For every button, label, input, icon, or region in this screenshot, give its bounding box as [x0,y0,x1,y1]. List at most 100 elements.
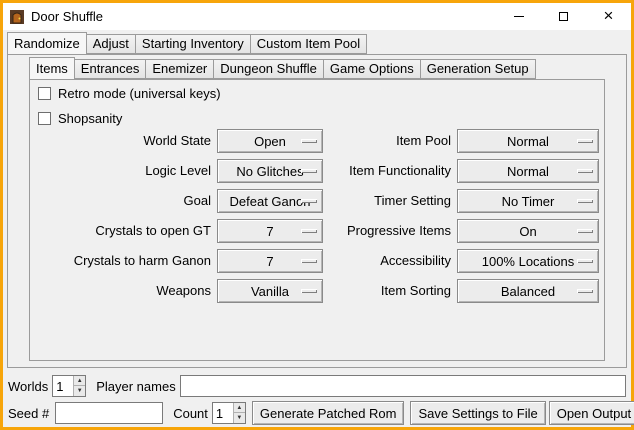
dropdown-indicator-icon [301,169,317,173]
checkbox-box-icon[interactable] [38,87,51,100]
seed-input[interactable] [55,402,163,424]
tab-starting-inventory[interactable]: Starting Inventory [135,34,251,54]
dropdown-timer-setting[interactable]: No Timer [457,189,599,213]
minimize-icon [514,16,524,17]
spinner-buttons: ▲ ▼ [73,376,85,396]
sub-tab-bar: Items Entrances Enemizer Dungeon Shuffle… [29,58,536,79]
dropdown-progressive-items[interactable]: On [457,219,599,243]
dropdown-indicator-icon [577,229,593,233]
footer-row-1: Worlds ▲ ▼ Player names [8,374,626,398]
dropdown-indicator-icon [301,199,317,203]
label-logic-level: Logic Level [33,159,211,183]
footer-row-2: Seed # Count ▲ ▼ Generate Patched Rom Sa… [8,401,626,425]
dropdown-indicator-icon [301,259,317,263]
generate-patched-rom-button[interactable]: Generate Patched Rom [252,401,405,425]
label-crystals-harm-ganon: Crystals to harm Ganon [33,249,211,273]
dropdown-crystals-open-gt[interactable]: 7 [217,219,323,243]
dropdown-indicator-icon [577,259,593,263]
player-names-label: Player names [96,379,175,394]
dropdown-value: 100% Locations [482,254,575,269]
checkbox-shopsanity[interactable]: Shopsanity [38,111,122,126]
checkbox-retro-mode[interactable]: Retro mode (universal keys) [38,86,221,101]
count-label: Count [173,406,208,421]
close-icon: × [604,7,614,24]
checkbox-box-icon[interactable] [38,112,51,125]
close-button[interactable]: × [586,3,631,30]
spinner-down-icon[interactable]: ▼ [74,386,85,396]
save-settings-button[interactable]: Save Settings to File [410,401,545,425]
label-accessibility: Accessibility [329,249,451,273]
label-timer-setting: Timer Setting [329,189,451,213]
app-icon [9,9,25,25]
spinner-buttons: ▲ ▼ [233,403,245,423]
label-weapons: Weapons [33,279,211,303]
label-item-pool: Item Pool [329,129,451,153]
items-pane: Retro mode (universal keys) Shopsanity W… [29,79,605,361]
count-spinner[interactable]: ▲ ▼ [212,402,246,424]
player-names-input[interactable] [180,375,626,397]
seed-label: Seed # [8,406,49,421]
dropdown-item-sorting[interactable]: Balanced [457,279,599,303]
label-item-functionality: Item Functionality [329,159,451,183]
dropdown-indicator-icon [301,229,317,233]
worlds-input[interactable] [53,376,73,396]
dropdown-logic-level[interactable]: No Glitches [217,159,323,183]
items-form: World State Open Item Pool Normal Logic … [33,129,599,303]
dropdown-indicator-icon [577,139,593,143]
tab-game-options[interactable]: Game Options [323,59,421,79]
dropdown-indicator-icon [301,139,317,143]
checkbox-label: Shopsanity [58,111,122,126]
open-output-directory-button[interactable]: Open Output Directory [549,401,634,425]
count-input[interactable] [213,403,233,423]
dropdown-indicator-icon [577,289,593,293]
checkbox-label: Retro mode (universal keys) [58,86,221,101]
spinner-down-icon[interactable]: ▼ [234,413,245,423]
dropdown-indicator-icon [577,199,593,203]
spinner-up-icon[interactable]: ▲ [74,376,85,386]
tab-items[interactable]: Items [29,57,75,80]
dropdown-item-functionality[interactable]: Normal [457,159,599,183]
label-crystals-open-gt: Crystals to open GT [33,219,211,243]
spinner-up-icon[interactable]: ▲ [234,403,245,413]
dropdown-value: Balanced [501,284,555,299]
label-goal: Goal [33,189,211,213]
tab-entrances[interactable]: Entrances [74,59,147,79]
dropdown-value: 7 [266,254,273,269]
dropdown-value: Open [254,134,286,149]
window-controls: × [496,3,631,30]
client-area: Randomize Adjust Starting Inventory Cust… [3,30,631,427]
dropdown-indicator-icon [301,289,317,293]
tab-randomize[interactable]: Randomize [7,32,87,55]
dropdown-weapons[interactable]: Vanilla [217,279,323,303]
tab-dungeon-shuffle[interactable]: Dungeon Shuffle [213,59,324,79]
randomize-pane: Items Entrances Enemizer Dungeon Shuffle… [7,54,627,368]
dropdown-value: Vanilla [251,284,289,299]
dropdown-value: Defeat Ganon [230,194,311,209]
dropdown-value: On [519,224,536,239]
dropdown-value: 7 [266,224,273,239]
dropdown-indicator-icon [577,169,593,173]
dropdown-item-pool[interactable]: Normal [457,129,599,153]
maximize-icon [559,12,568,21]
maximize-button[interactable] [541,3,586,30]
label-item-sorting: Item Sorting [329,279,451,303]
minimize-button[interactable] [496,3,541,30]
tab-generation-setup[interactable]: Generation Setup [420,59,536,79]
dropdown-value: No Glitches [236,164,303,179]
window: Door Shuffle × Randomize Adjust Starting… [0,0,634,430]
dropdown-crystals-harm-ganon[interactable]: 7 [217,249,323,273]
tab-enemizer[interactable]: Enemizer [145,59,214,79]
tab-custom-item-pool[interactable]: Custom Item Pool [250,34,367,54]
title-bar[interactable]: Door Shuffle × [3,3,631,30]
dropdown-world-state[interactable]: Open [217,129,323,153]
dropdown-accessibility[interactable]: 100% Locations [457,249,599,273]
window-title: Door Shuffle [31,9,103,24]
dropdown-value: Normal [507,134,549,149]
main-tab-bar: Randomize Adjust Starting Inventory Cust… [7,33,367,54]
label-progressive-items: Progressive Items [329,219,451,243]
dropdown-goal[interactable]: Defeat Ganon [217,189,323,213]
dropdown-value: Normal [507,164,549,179]
worlds-spinner[interactable]: ▲ ▼ [52,375,86,397]
tab-adjust[interactable]: Adjust [86,34,136,54]
dropdown-value: No Timer [502,194,555,209]
